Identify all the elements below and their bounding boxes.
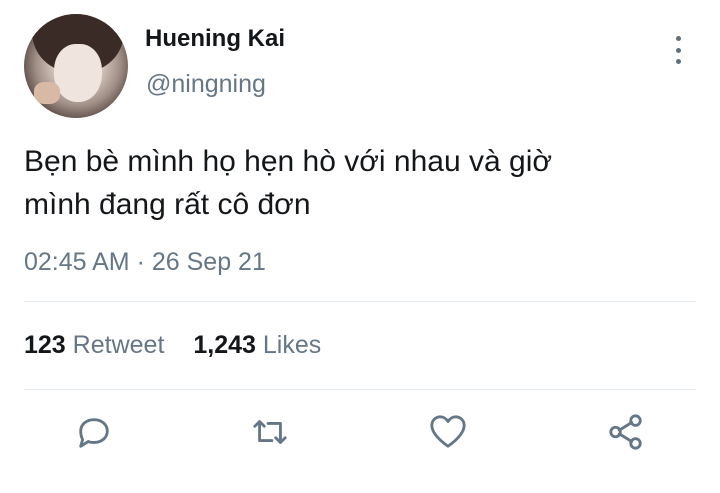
share-icon [609,414,642,450]
likes-stat[interactable]: 1,243 Likes [193,331,321,359]
retweets-count: 123 [24,331,66,359]
retweet-icon [253,420,287,444]
reply-button[interactable] [74,412,114,452]
like-icon [430,415,466,448]
tweet-text: Bẹn bè mình họ hẹn hò với nhau và giờ mì… [24,140,704,226]
meta-separator: · [136,248,145,276]
tweet-text-line: Bẹn bè mình họ hẹn hò với nhau và giờ [24,145,553,178]
share-button[interactable] [606,412,646,452]
retweets-label: Retweet [72,331,165,359]
action-bar [0,412,720,462]
tweet-text-line: mình đang rất cô đơn [24,188,311,221]
tweet-time: 02:45 AM [24,248,130,276]
more-options-icon[interactable] [668,36,688,64]
tweet-meta: 02:45 AM · 26 Sep 21 [24,248,266,277]
likes-label: Likes [262,331,322,359]
reply-icon [79,418,109,448]
avatar-hand [34,82,60,104]
avatar[interactable] [24,14,128,118]
retweets-stat[interactable]: 123 Retweet [24,331,171,359]
tweet-stats: 123 Retweet 1,243 Likes [24,331,321,360]
divider [24,301,696,302]
likes-count: 1,243 [193,331,256,359]
like-button[interactable] [428,412,468,452]
retweet-button[interactable] [250,412,290,452]
user-display-name[interactable]: Huening Kai [145,25,285,53]
tweet-date: 26 Sep 21 [151,248,266,276]
divider [24,389,696,390]
user-handle[interactable]: @ningning [146,70,266,99]
avatar-face [54,44,102,102]
